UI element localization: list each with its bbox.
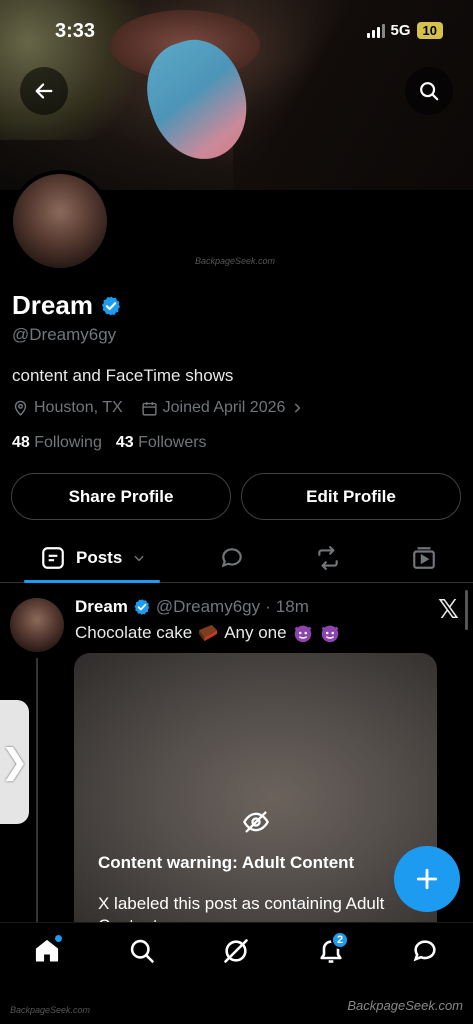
banner-watermark: BackpageSeek.com	[195, 256, 276, 266]
tab-reposts[interactable]	[314, 545, 342, 576]
status-time: 3:33	[55, 20, 96, 42]
nav-search[interactable]	[128, 937, 156, 970]
profile-bio: content and FaceTime shows	[12, 366, 234, 385]
profile-meta: Houston, TX Joined April 2026	[12, 399, 316, 417]
signal-icon	[366, 23, 385, 38]
tab-active-indicator	[24, 580, 160, 583]
nav-home[interactable]	[33, 935, 62, 970]
footer-watermark-left: BackpageSeek.com	[10, 1005, 91, 1015]
location: Houston, TX	[12, 399, 123, 417]
post-avatar[interactable]	[10, 598, 64, 652]
posts-icon	[42, 547, 64, 569]
joined-date[interactable]: Joined April 2026	[141, 399, 305, 417]
message-icon	[413, 940, 436, 962]
tab-replies[interactable]	[219, 545, 245, 576]
smiling-devil-emoji-icon	[294, 625, 312, 643]
verified-badge-icon[interactable]	[100, 295, 122, 317]
post-text-part1: Chocolate cake	[75, 623, 193, 642]
grok-icon	[224, 939, 248, 963]
followers-link[interactable]: 43 Followers	[116, 434, 207, 452]
status-indicators: 5G 10	[366, 22, 443, 39]
post-author-name[interactable]: Dream	[75, 597, 128, 617]
eye-off-icon	[242, 808, 270, 841]
bottom-navigation: 2	[0, 922, 473, 988]
chevron-right-icon: ❯	[0, 743, 29, 781]
thread-line	[36, 658, 38, 928]
profile-avatar[interactable]	[9, 170, 111, 272]
battery-level: 10	[416, 22, 443, 39]
footer-watermark: BackpageSeek.com	[347, 998, 463, 1013]
plus-icon	[416, 868, 438, 890]
profile-name: Dream	[12, 290, 93, 320]
location-text: Houston, TX	[34, 399, 123, 416]
follow-stats: 48 Following 43 Followers	[12, 434, 207, 452]
notifications-badge: 2	[331, 931, 349, 949]
post-author-handle: @Dreamy6gy	[155, 597, 261, 616]
arrow-left-icon	[35, 83, 53, 99]
following-link[interactable]: 48 Following	[12, 434, 102, 452]
search-button[interactable]	[405, 67, 453, 115]
network-label: 5G	[390, 22, 411, 39]
post-text-part2: Any one	[224, 623, 287, 642]
followers-count: 43	[115, 434, 134, 451]
profile-handle: @Dreamy6gy	[12, 325, 117, 344]
video-icon	[413, 547, 435, 569]
calendar-icon	[142, 401, 157, 416]
post-text: Chocolate cake Any one	[75, 622, 341, 644]
x-logo-icon: 𝕏	[438, 594, 459, 624]
edit-profile-button[interactable]: Edit Profile	[241, 473, 461, 520]
reply-icon	[221, 548, 242, 568]
nav-messages[interactable]	[411, 937, 439, 970]
nav-grok[interactable]	[222, 937, 250, 970]
chocolate-emoji-icon	[199, 624, 218, 642]
compose-button[interactable]	[394, 846, 460, 912]
post-separator: ·	[265, 597, 271, 616]
post-header: Dream @Dreamy6gy · 18m	[75, 597, 309, 617]
profile-name-row: Dream	[12, 290, 122, 321]
search-icon	[420, 82, 439, 101]
chevron-down-icon	[134, 555, 144, 562]
chevron-right-icon	[295, 403, 301, 413]
nav-notifications[interactable]: 2	[317, 931, 349, 970]
smiling-devil-emoji-icon	[321, 625, 339, 643]
tab-media[interactable]	[411, 545, 437, 576]
side-drawer-handle[interactable]: ❯	[0, 700, 29, 824]
following-label: Following	[34, 434, 102, 451]
following-count: 48	[12, 434, 30, 451]
joined-text: Joined April 2026	[162, 399, 286, 416]
back-button[interactable]	[20, 67, 68, 115]
profile-tabs: Posts	[0, 535, 473, 583]
tab-posts[interactable]: Posts	[40, 545, 146, 571]
verified-badge-icon	[134, 599, 150, 615]
home-unread-dot	[55, 935, 62, 942]
post-media-blurred[interactable]: Content warning: Adult Content X labeled…	[74, 653, 437, 943]
location-pin-icon	[14, 400, 27, 416]
followers-label: Followers	[138, 434, 207, 451]
share-profile-button[interactable]: Share Profile	[11, 473, 231, 520]
scrollbar[interactable]	[465, 590, 468, 630]
tab-posts-label: Posts	[76, 548, 123, 567]
content-warning-title: Content warning: Adult Content	[98, 853, 355, 872]
post-time: 18m	[275, 597, 309, 616]
repost-icon	[318, 546, 338, 570]
search-icon	[130, 939, 154, 963]
